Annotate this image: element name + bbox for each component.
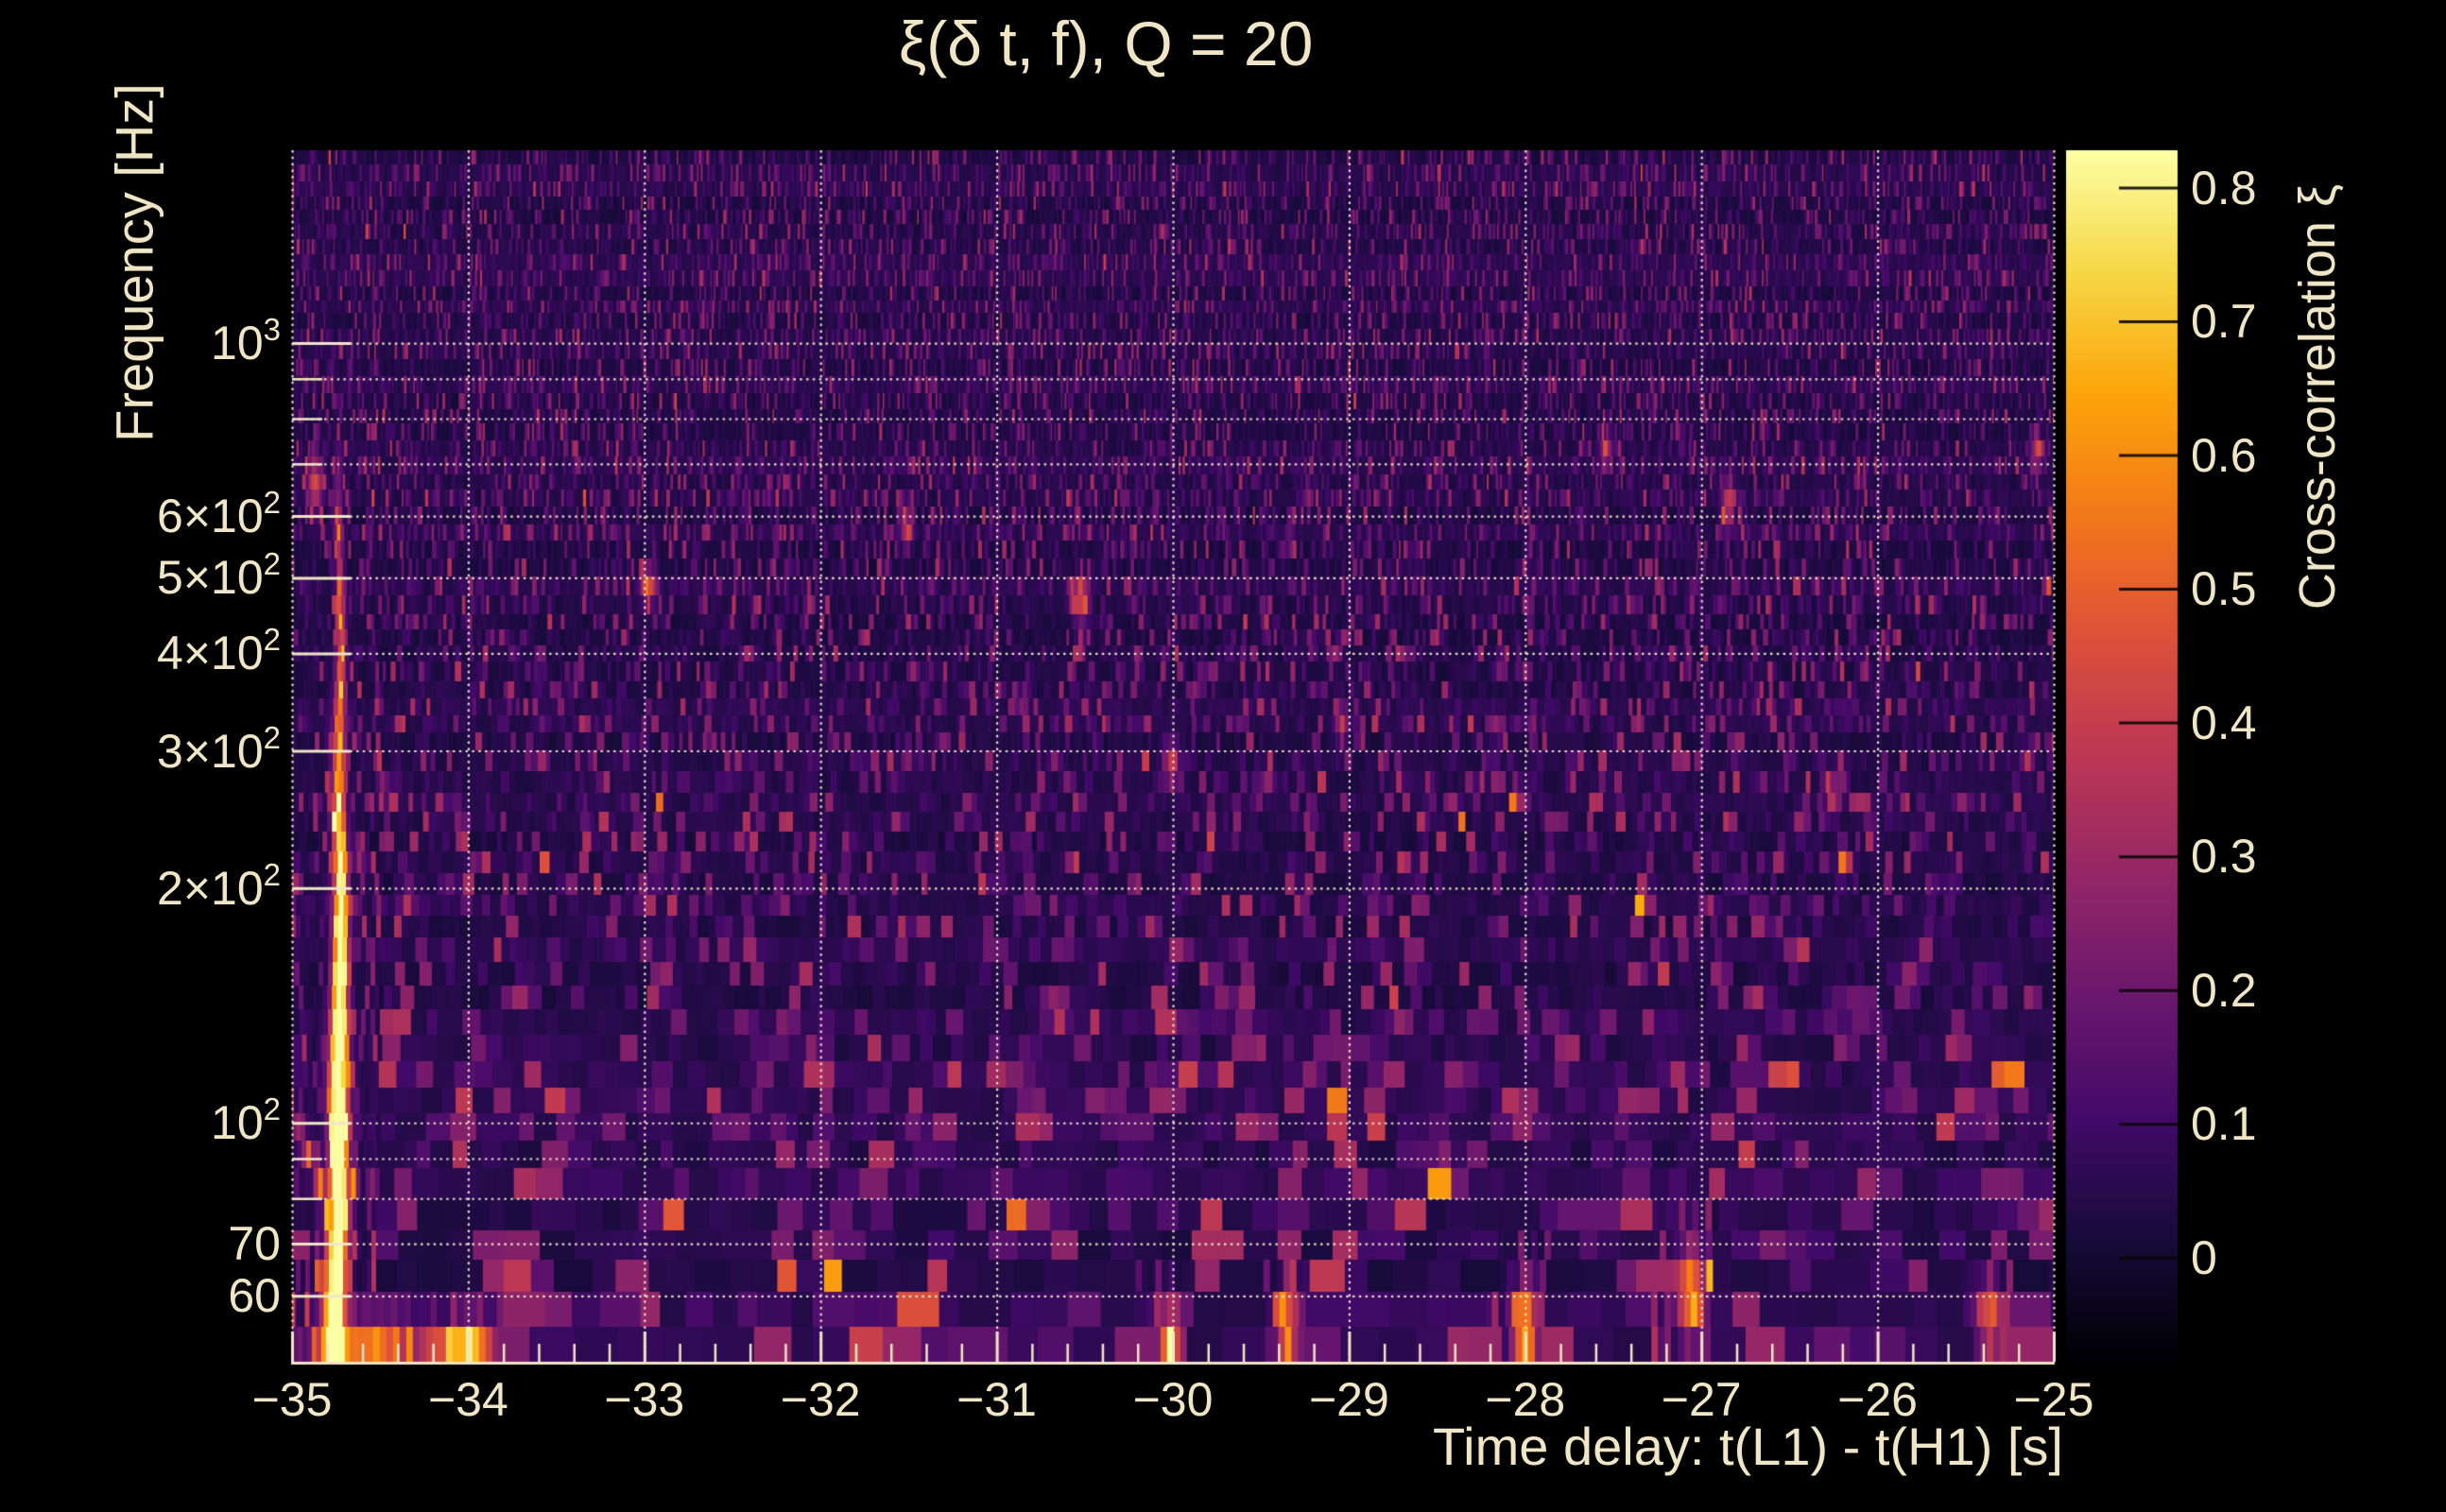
y-tick-label: 60	[228, 1269, 281, 1323]
x-tick-label: −35	[251, 1373, 333, 1426]
colorbar-tick-label: 0.2	[2191, 963, 2257, 1017]
x-tick-label: −25	[2013, 1373, 2094, 1426]
y-tick-label: 6×102	[157, 485, 281, 543]
y-tick-label: 2×102	[157, 856, 281, 915]
x-tick-label: −34	[427, 1373, 508, 1426]
y-tick-label: 103	[211, 312, 281, 370]
x-tick-label: −30	[1132, 1373, 1214, 1426]
x-tick-label: −28	[1485, 1373, 1566, 1426]
y-tick-label: 5×102	[157, 546, 281, 605]
qscan-figure: ξ(δ t, f), Q = 20 Frequency [Hz] Time de…	[0, 0, 2446, 1512]
chart-title: ξ(δ t, f), Q = 20	[898, 9, 1314, 78]
y-tick-label: 70	[228, 1217, 281, 1271]
y-tick-label: 3×102	[157, 719, 281, 778]
x-tick-label: −27	[1661, 1373, 1742, 1426]
x-tick-label: −31	[956, 1373, 1038, 1426]
spectrogram-canvas	[0, 0, 2446, 1512]
x-tick-label: −32	[780, 1373, 861, 1426]
colorbar-tick-label: 0.3	[2191, 830, 2257, 884]
colorbar-tick-label: 0.5	[2191, 562, 2257, 616]
colorbar-tick-label: 0.4	[2191, 696, 2257, 749]
x-tick-label: −26	[1837, 1373, 1919, 1426]
y-tick-label: 102	[211, 1091, 281, 1150]
colorbar-tick-label: 0.6	[2191, 428, 2257, 482]
colorbar-label: Cross-correlation ξ	[2289, 183, 2346, 610]
colorbar-tick-label: 0.8	[2191, 161, 2257, 215]
colorbar-tick-label: 0.7	[2191, 295, 2257, 349]
y-tick-label: 4×102	[157, 622, 281, 680]
colorbar-tick-label: 0	[2191, 1230, 2217, 1284]
x-tick-label: −33	[604, 1373, 685, 1426]
y-axis-label: Frequency [Hz]	[104, 83, 164, 442]
x-tick-label: −29	[1308, 1373, 1389, 1426]
colorbar-tick-label: 0.1	[2191, 1097, 2257, 1151]
